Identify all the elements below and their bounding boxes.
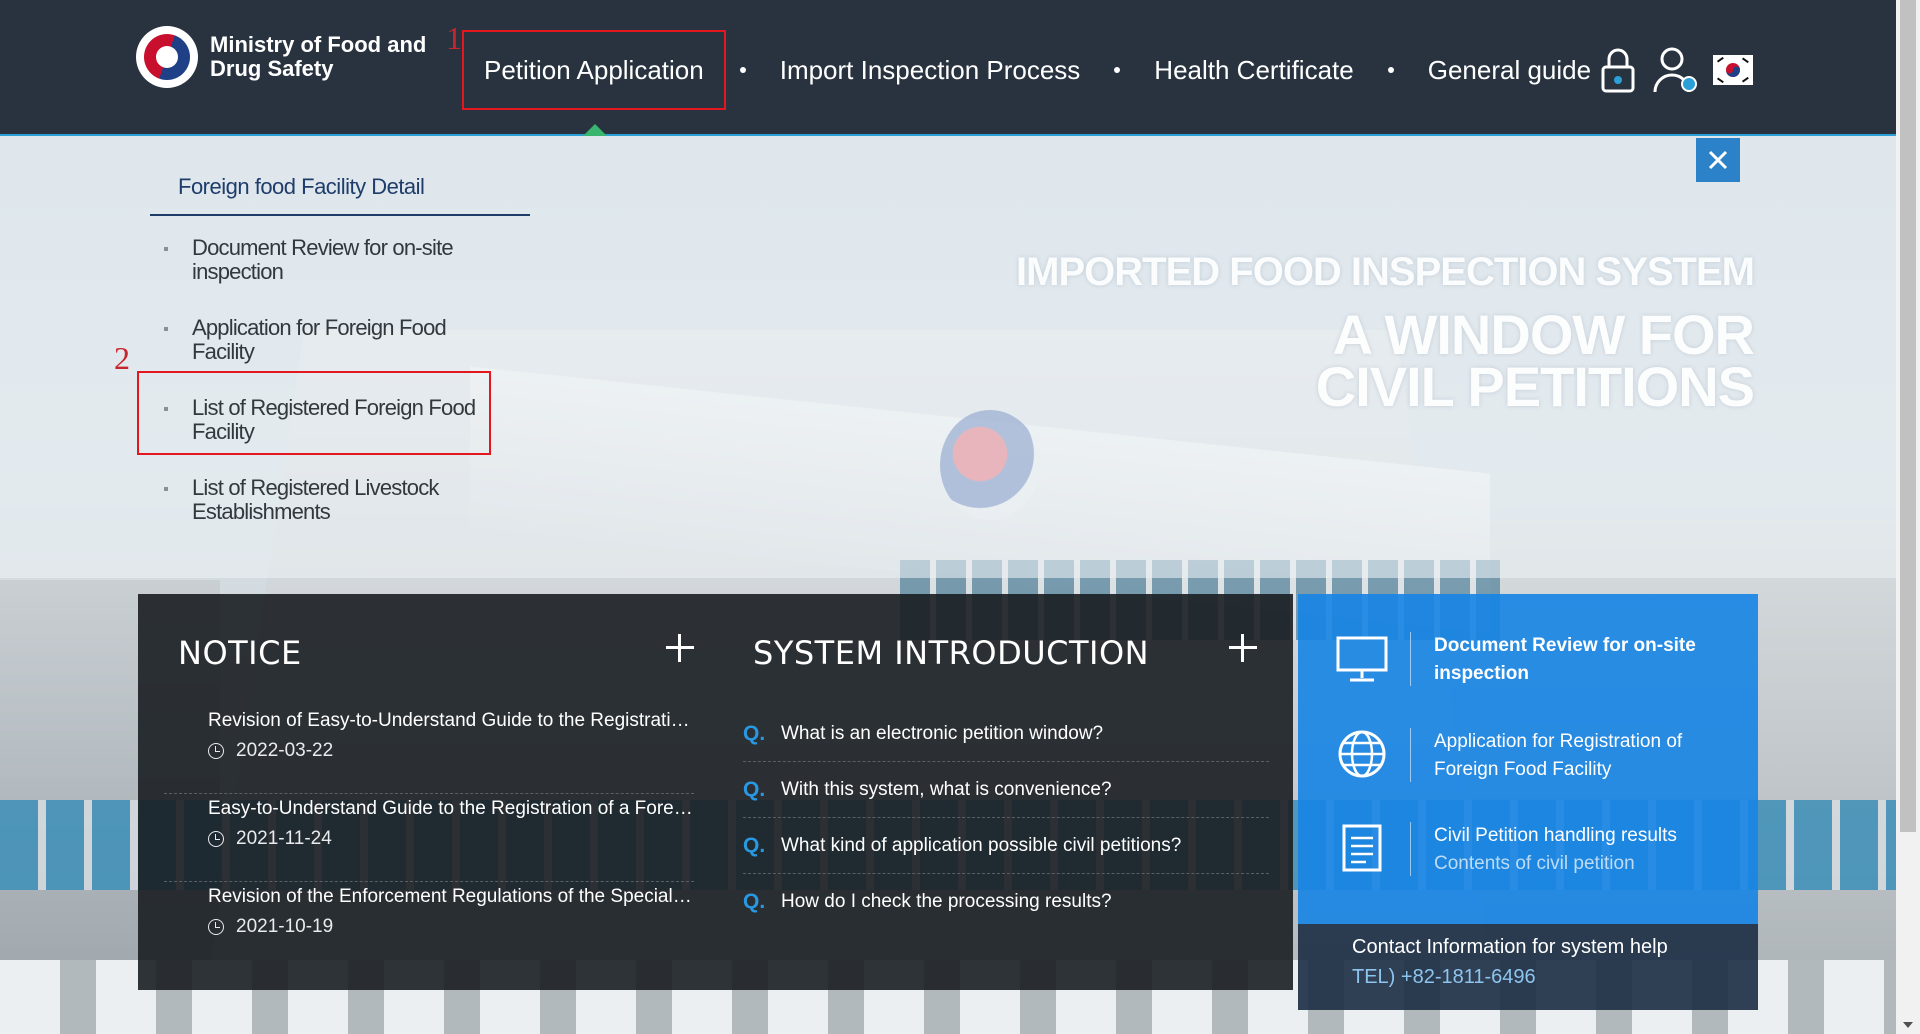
faq-question: With this system, what is convenience? — [781, 778, 1112, 800]
clock-icon — [208, 743, 224, 759]
system-introduction-panel: SYSTEM INTRODUCTION Q. What is an electro… — [713, 594, 1293, 990]
petition-submenu: Foreign food Facility Detail Document Re… — [150, 170, 530, 556]
ministry-logo[interactable]: Ministry of Food and Drug Safety — [136, 26, 430, 88]
nav-separator-dot — [1387, 67, 1394, 73]
faq-question: How do I check the processing results? — [781, 891, 1112, 912]
faq-q-label: Q. — [743, 777, 766, 801]
nav-import-inspection-process[interactable]: Import Inspection Process — [760, 30, 1101, 110]
notice-panel: NOTICE Revision of Easy-to-Understand Gu… — [138, 594, 713, 990]
quick-link-label: Document Review for on-site inspection — [1434, 635, 1696, 684]
faq-q-label: Q. — [743, 721, 766, 745]
active-nav-indicator — [583, 124, 607, 136]
system-introduction-more-icon[interactable] — [1229, 634, 1257, 662]
faq-q-label: Q. — [743, 890, 766, 913]
quick-link-title: Civil Petition handling results — [1434, 825, 1677, 846]
site-header: Ministry of Food and Drug Safety Petitio… — [0, 0, 1896, 136]
document-icon — [1342, 824, 1382, 872]
logo-text: Ministry of Food and Drug Safety — [210, 32, 427, 81]
quick-links-panel: Document Review for on-site inspection A… — [1298, 594, 1758, 924]
page-scrollbar[interactable] — [1896, 0, 1920, 1034]
quick-link-label: Application for Registration of Foreign … — [1434, 731, 1683, 780]
notice-list: Revision of Easy-to-Understand Guide to … — [164, 706, 694, 970]
notice-item-title: Revision of the Enforcement Regulations … — [208, 886, 694, 907]
notice-date-text: 2021-11-24 — [236, 828, 332, 849]
notice-item-title: Revision of Easy-to-Understand Guide to … — [208, 710, 694, 731]
faq-question: What is an electronic petition window? — [781, 722, 1104, 744]
main-nav: Petition Application Import Inspection P… — [462, 30, 1611, 110]
close-icon — [1708, 150, 1728, 170]
nav-petition-application[interactable]: Petition Application — [462, 30, 726, 110]
hero-subtitle: IMPORTED FOOD INSPECTION SYSTEM — [1016, 250, 1755, 294]
notice-item[interactable]: Easy-to-Understand Guide to the Registra… — [164, 794, 694, 882]
annotation-highlight-box — [137, 371, 491, 455]
contact-title: Contact Information for system help — [1352, 936, 1668, 958]
quick-link-divider — [1410, 728, 1411, 782]
nav-health-certificate[interactable]: Health Certificate — [1134, 30, 1373, 110]
submenu-title[interactable]: Foreign food Facility Detail — [150, 170, 530, 216]
notice-item-date: 2021-10-19 — [208, 916, 694, 938]
faq-q-label: Q. — [743, 833, 766, 857]
clock-icon — [208, 831, 224, 847]
quick-link-civil-petition-results[interactable]: Civil Petition handling results Contents… — [1298, 804, 1758, 896]
notice-item[interactable]: Revision of Easy-to-Understand Guide to … — [164, 706, 694, 794]
close-submenu-button[interactable] — [1696, 138, 1740, 182]
faq-list: Q. What is an electronic petition window?… — [743, 706, 1269, 930]
faq-item[interactable]: Q. With this system, what is convenience? — [743, 762, 1269, 818]
notice-date-text: 2022-03-22 — [236, 740, 334, 761]
korea-flag-icon[interactable] — [1712, 52, 1754, 88]
quick-link-document-review[interactable]: Document Review for on-site inspection — [1298, 614, 1758, 706]
quick-link-divider — [1410, 822, 1411, 876]
user-icon[interactable] — [1652, 44, 1698, 96]
clock-icon — [208, 919, 224, 935]
scrollbar-thumb[interactable] — [1900, 0, 1916, 832]
globe-icon — [1338, 730, 1386, 778]
hero-text: IMPORTED FOOD INSPECTION SYSTEM A WINDOW… — [1016, 250, 1755, 418]
monitor-icon — [1336, 636, 1388, 682]
system-introduction-title: SYSTEM INTRODUCTION — [753, 634, 1150, 672]
quick-link-divider — [1410, 632, 1411, 686]
hero-title: A WINDOW FOR CIVIL PETITIONS — [1315, 303, 1755, 418]
faq-item[interactable]: Q. What is an electronic petition window? — [743, 706, 1269, 762]
scroll-down-arrow-icon[interactable] — [1903, 1022, 1913, 1028]
notice-date-text: 2021-10-19 — [236, 916, 334, 937]
contact-telephone: TEL) +82-1811-6496 — [1352, 966, 1536, 988]
faq-question: What kind of application possible civil … — [781, 834, 1182, 856]
faq-item[interactable]: Q. What kind of application possible civi… — [743, 818, 1269, 874]
annotation-number-2: 2 — [114, 340, 130, 376]
nav-separator-dot — [1114, 67, 1121, 73]
annotation-number-1: 1 — [446, 20, 462, 56]
notice-item-date: 2022-03-22 — [208, 740, 694, 762]
ministry-emblem-icon — [136, 26, 198, 88]
notice-item-date: 2021-11-24 — [208, 828, 694, 850]
lock-icon[interactable] — [1598, 44, 1638, 96]
notice-title: NOTICE — [178, 634, 302, 672]
notice-more-icon[interactable] — [666, 634, 694, 662]
nav-general-guide[interactable]: General guide — [1408, 30, 1611, 110]
faq-item[interactable]: Q. How do I check the processing results? — [743, 874, 1269, 930]
nav-separator-dot — [739, 67, 746, 73]
contact-panel: Contact Information for system help TEL)… — [1298, 924, 1758, 1010]
quick-link-application-registration[interactable]: Application for Registration of Foreign … — [1298, 710, 1758, 802]
submenu-item-list-livestock-establishments[interactable]: List of Registered Livestock Establishme… — [150, 476, 480, 556]
notice-item[interactable]: Revision of the Enforcement Regulations … — [164, 882, 694, 970]
submenu-item-document-review[interactable]: Document Review for on-site inspection — [150, 236, 480, 316]
notice-item-title: Easy-to-Understand Guide to the Registra… — [208, 798, 694, 819]
quick-link-label: Civil Petition handling results Contents… — [1434, 822, 1734, 878]
quick-link-subtitle: Contents of civil petition — [1434, 853, 1635, 874]
